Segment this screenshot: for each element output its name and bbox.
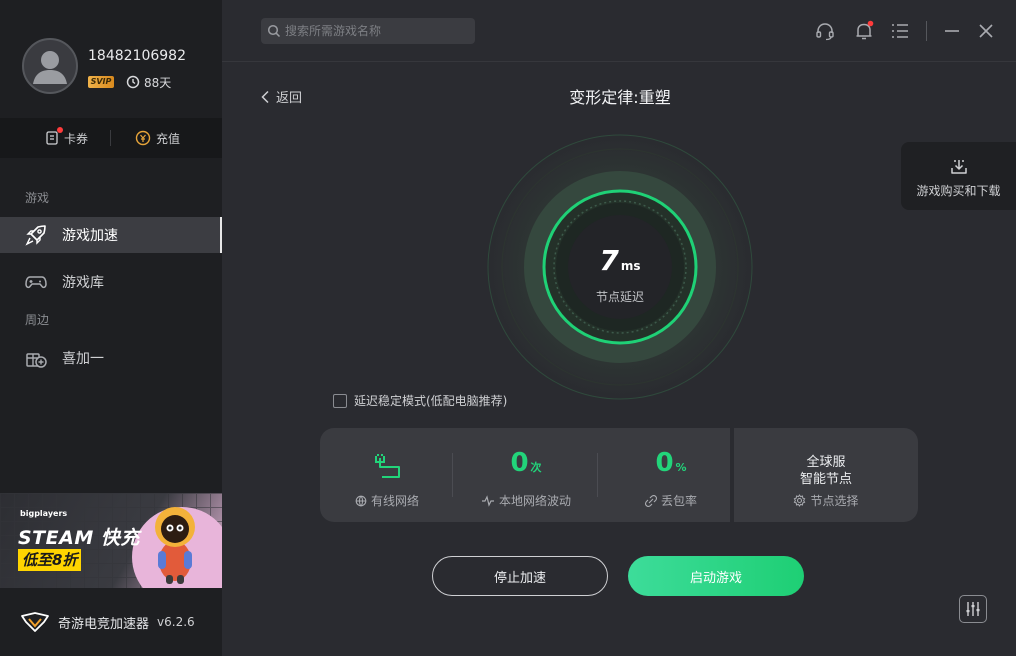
app-name: 奇游电竞加速器 bbox=[58, 616, 150, 632]
globe-icon bbox=[355, 495, 367, 506]
fluctuation-number: 0 bbox=[510, 448, 529, 478]
sidebar-item-xi-jia-yi[interactable]: 喜加一 bbox=[0, 340, 222, 376]
app-brand: 奇游电竞加速器 v6.2.6 bbox=[0, 600, 222, 644]
launch-game-button[interactable]: 启动游戏 bbox=[628, 556, 804, 596]
settings-button[interactable] bbox=[959, 595, 987, 623]
stat-network-type: 有线网络 bbox=[323, 428, 451, 522]
wallet-bar: 卡券 充值 bbox=[0, 118, 222, 158]
gear-icon bbox=[794, 494, 806, 507]
close-icon[interactable] bbox=[975, 20, 997, 42]
divider bbox=[597, 453, 598, 497]
latency-value: 7 ms bbox=[570, 244, 670, 277]
packet-loss-value: 0% bbox=[607, 448, 735, 478]
profile: 18482106982 SVIP 88天 bbox=[0, 0, 222, 118]
page-title: 变形定律:重塑 bbox=[569, 88, 671, 107]
recharge-label: 充值 bbox=[156, 131, 181, 146]
stat-packet-loss: 0% 丢包率 bbox=[607, 428, 735, 522]
stat-label: 有线网络 bbox=[323, 492, 451, 509]
packet-loss-number: 0 bbox=[655, 448, 674, 478]
sidebar: 18482106982 SVIP 88天 卡券 充值 游戏 游戏加速 游戏库 周… bbox=[0, 0, 222, 656]
download-icon bbox=[951, 160, 967, 174]
node-type: 智能节点 bbox=[799, 472, 852, 487]
latency-number: 7 bbox=[599, 244, 619, 277]
sidebar-item-game-library[interactable]: 游戏库 bbox=[0, 264, 222, 300]
fluctuation-value: 0次 bbox=[462, 448, 590, 478]
vip-badge: SVIP bbox=[88, 76, 114, 88]
sidebar-item-game-boost[interactable]: 游戏加速 bbox=[0, 217, 222, 253]
node-selector[interactable]: 全球服 智能节点 节点选择 bbox=[734, 428, 918, 522]
stat-label: 本地网络波动 bbox=[462, 492, 590, 509]
network-type-label: 有线网络 bbox=[370, 494, 419, 508]
topbar bbox=[222, 0, 1016, 62]
gift-add-icon bbox=[26, 353, 47, 368]
back-label: 返回 bbox=[276, 91, 303, 106]
rocket-icon bbox=[25, 225, 46, 246]
latency-label: 节点延迟 bbox=[595, 290, 644, 304]
stat-label: 丢包率 bbox=[607, 492, 735, 509]
bell-icon[interactable] bbox=[853, 20, 875, 42]
headset-icon[interactable] bbox=[814, 20, 836, 42]
divider bbox=[110, 130, 111, 146]
menu-list-icon[interactable] bbox=[889, 20, 911, 42]
node-select-label: 节点选择 bbox=[734, 492, 918, 509]
recharge-button[interactable]: 充值 bbox=[134, 118, 180, 158]
coupon-label: 卡券 bbox=[64, 131, 89, 146]
back-button[interactable]: 返回 bbox=[260, 87, 302, 106]
wired-network-icon bbox=[375, 454, 400, 478]
search-icon bbox=[267, 24, 281, 38]
mascot-icon bbox=[155, 507, 195, 584]
coin-icon bbox=[135, 130, 151, 146]
search-box bbox=[261, 18, 475, 44]
pulse-icon bbox=[481, 494, 494, 507]
node-select-text: 节点选择 bbox=[810, 494, 859, 508]
clock-icon bbox=[126, 75, 140, 89]
gamepad-icon bbox=[25, 276, 47, 289]
notification-dot bbox=[57, 127, 63, 133]
side-tab-label: 游戏购买和下载 bbox=[916, 184, 1001, 198]
coupon-button[interactable]: 卡券 bbox=[44, 118, 88, 158]
app-logo-icon bbox=[21, 612, 49, 632]
steam-promo-banner[interactable]: bigplayers STEAM 快充 低至8折 bbox=[0, 493, 222, 588]
packet-loss-label: 丢包率 bbox=[660, 494, 697, 508]
stable-mode-checkbox[interactable]: 延迟稳定模式(低配电脑推荐) bbox=[333, 392, 507, 409]
banner-brand: bigplayers bbox=[20, 509, 68, 518]
section-label-games: 游戏 bbox=[25, 191, 50, 205]
link-break-icon bbox=[644, 494, 657, 507]
avatar[interactable] bbox=[22, 38, 78, 94]
divider bbox=[926, 21, 927, 41]
minimize-icon[interactable] bbox=[941, 20, 963, 42]
user-avatar-icon bbox=[33, 51, 67, 84]
divider bbox=[452, 453, 453, 497]
sliders-icon bbox=[966, 602, 980, 616]
latency-unit: ms bbox=[620, 259, 641, 273]
stop-boost-button[interactable]: 停止加速 bbox=[432, 556, 608, 596]
app-version: v6.2.6 bbox=[157, 615, 195, 629]
vip-days: 88天 bbox=[144, 76, 172, 90]
fluctuation-label: 本地网络波动 bbox=[498, 494, 571, 508]
stable-mode-label: 延迟稳定模式(低配电脑推荐) bbox=[354, 394, 508, 408]
packet-loss-unit: % bbox=[675, 461, 687, 474]
section-label-nearby: 周边 bbox=[25, 313, 50, 327]
stat-fluctuation: 0次 本地网络波动 bbox=[462, 428, 590, 522]
banner-subtitle: 低至8折 bbox=[18, 549, 82, 571]
checkbox[interactable] bbox=[333, 393, 347, 408]
sidebar-item-label: 游戏库 bbox=[62, 275, 104, 291]
sidebar-item-label: 游戏加速 bbox=[62, 228, 118, 244]
banner-title: STEAM 快充 bbox=[18, 527, 140, 549]
sidebar-item-label: 喜加一 bbox=[62, 351, 104, 367]
user-phone: 18482106982 bbox=[88, 48, 186, 64]
network-stats-panel: 有线网络 0次 本地网络波动 0% 丢包率 bbox=[320, 428, 730, 522]
chevron-left-icon bbox=[261, 90, 269, 103]
fluctuation-unit: 次 bbox=[530, 461, 542, 474]
search-input[interactable] bbox=[285, 24, 465, 38]
game-purchase-download-tab[interactable]: 游戏购买和下载 bbox=[901, 142, 1016, 210]
app-window: 18482106982 SVIP 88天 卡券 充值 游戏 游戏加速 游戏库 周… bbox=[0, 0, 1016, 656]
